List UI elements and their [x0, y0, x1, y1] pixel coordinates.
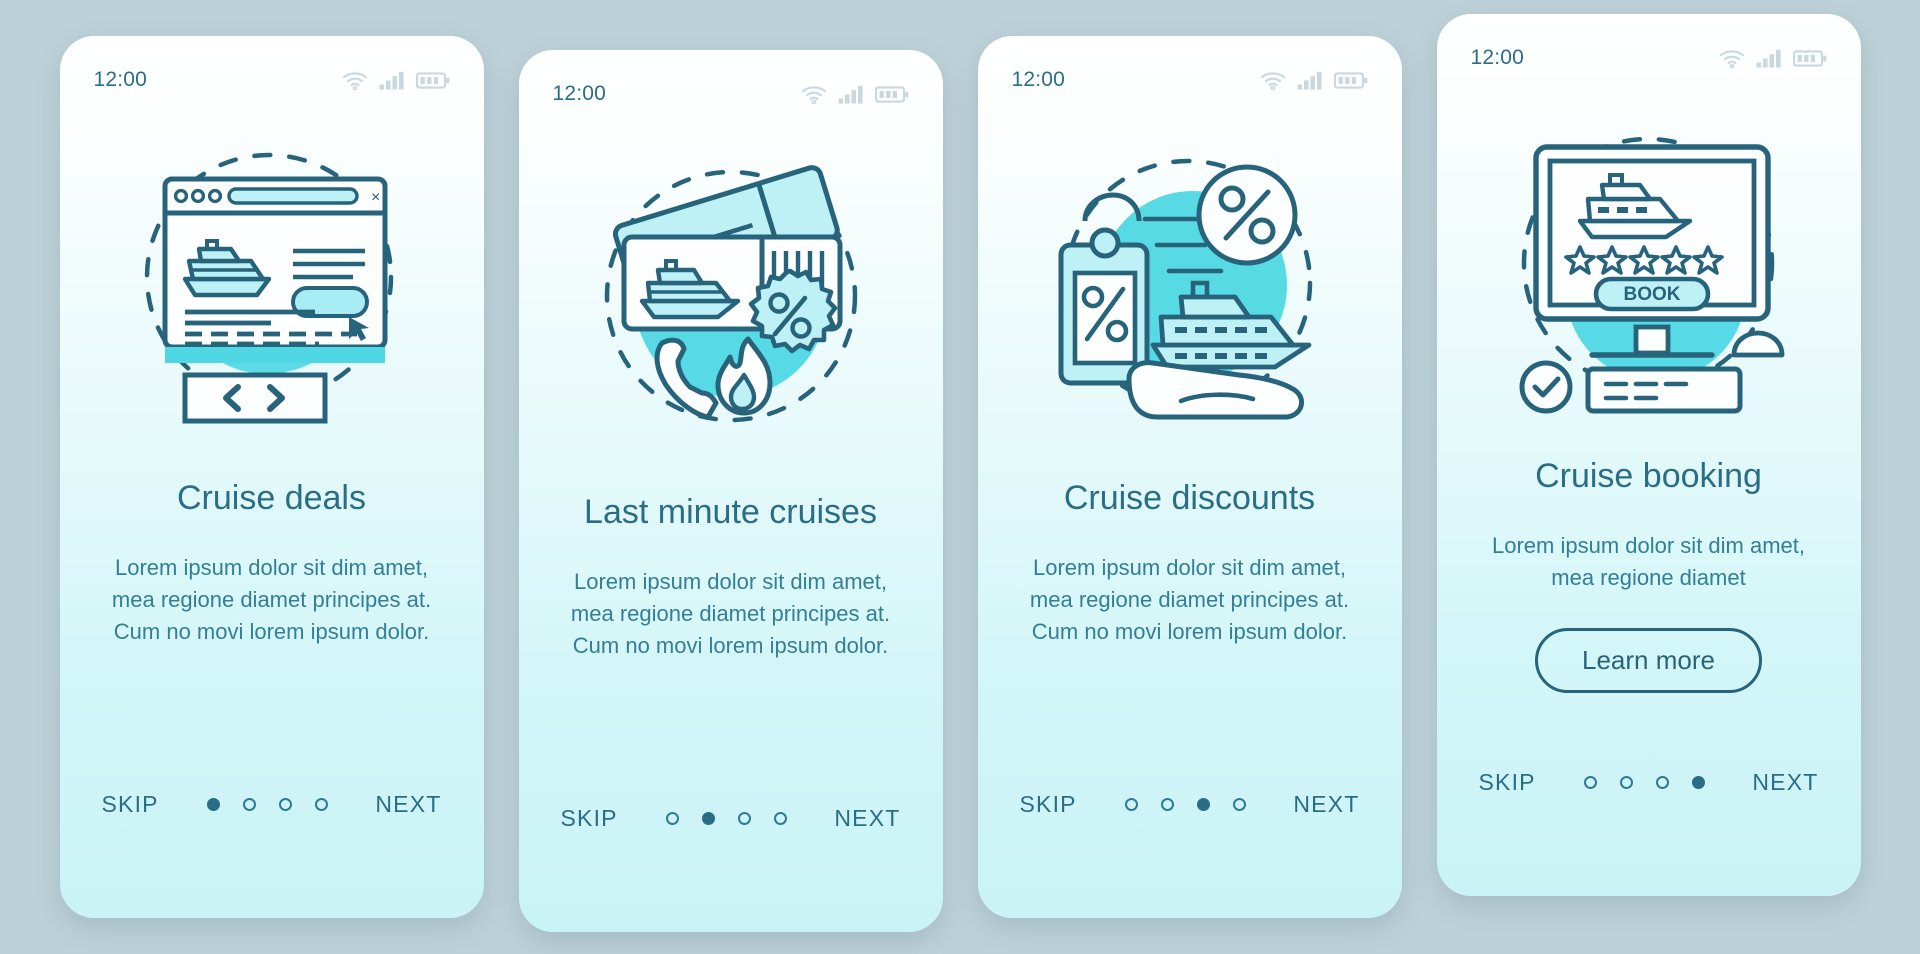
cellular-signal-icon — [379, 71, 404, 89]
wifi-icon — [1719, 49, 1744, 68]
battery-icon — [1333, 71, 1367, 89]
pagination-dot-3[interactable] — [1196, 798, 1210, 811]
book-button-label: BOOK — [1623, 284, 1680, 305]
status-bar: 12:00 — [1437, 14, 1861, 80]
onboarding-screen-cruise-discounts: 12:00 Cruise discounts Lorem ipsum dolor… — [977, 36, 1402, 918]
skip-button[interactable]: SKIP — [1020, 791, 1077, 818]
learn-more-button[interactable]: Learn more — [1535, 628, 1762, 694]
skip-button[interactable]: SKIP — [561, 805, 618, 832]
skip-button[interactable]: SKIP — [102, 791, 159, 818]
price-tag-percent-hand-ship-icon — [1058, 158, 1312, 420]
pagination-dot-2[interactable] — [242, 798, 256, 811]
cellular-signal-icon — [838, 85, 863, 103]
status-bar: 12:00 — [60, 36, 484, 102]
battery-icon — [415, 71, 449, 89]
screen-footer-nav: SKIP NEXT — [1437, 769, 1861, 896]
pagination-dot-1[interactable] — [1583, 776, 1597, 789]
status-bar-clock: 12:00 — [1011, 68, 1066, 91]
desktop-monitor-rating-book-icon: BOOK — [1519, 136, 1784, 414]
illustration-price-tag-percent-hand-ship — [978, 102, 1402, 472]
screen-footer-nav: SKIP NEXT — [978, 791, 1402, 918]
pagination-dot-3[interactable] — [737, 812, 751, 825]
svg-text:×: × — [371, 189, 380, 206]
status-bar-icons — [801, 85, 909, 104]
pagination-dot-2[interactable] — [1160, 798, 1174, 811]
illustration-ticket-phone-flame-discount — [519, 116, 943, 486]
pagination-dot-3[interactable] — [1655, 776, 1669, 789]
status-bar: 12:00 — [519, 50, 943, 116]
status-bar-clock: 12:00 — [1470, 46, 1525, 69]
wifi-icon — [801, 85, 826, 104]
pagination-dots — [206, 798, 328, 811]
browser-window-cruise-search-icon: × — [144, 152, 393, 424]
cellular-signal-icon — [1297, 71, 1322, 89]
screen-title: Cruise discounts — [1063, 479, 1316, 517]
status-bar: 12:00 — [978, 36, 1402, 102]
illustration-browser-window-cruise-search: × — [60, 102, 484, 472]
onboarding-screens-stage: 12:00 × Cruise deals Lorem ipsum dolor s… — [0, 0, 1920, 954]
screen-title: Last minute cruises — [584, 493, 877, 531]
next-button[interactable]: NEXT — [1752, 769, 1818, 796]
pagination-dot-4[interactable] — [1691, 776, 1705, 789]
illustration-desktop-monitor-rating-book: BOOK — [1437, 80, 1861, 450]
wifi-icon — [1260, 71, 1285, 90]
ticket-phone-flame-discount-icon — [604, 165, 857, 423]
pagination-dot-3[interactable] — [278, 798, 292, 811]
pagination-dot-1[interactable] — [665, 812, 679, 825]
battery-icon — [1792, 49, 1826, 67]
status-bar-icons — [1719, 49, 1827, 68]
status-bar-icons — [1260, 71, 1368, 90]
pagination-dot-4[interactable] — [314, 798, 328, 811]
screen-footer-nav: SKIP NEXT — [519, 805, 943, 932]
screen-title: Cruise booking — [1535, 457, 1762, 495]
status-bar-icons — [342, 71, 450, 90]
status-bar-clock: 12:00 — [93, 68, 148, 91]
screen-title: Cruise deals — [177, 479, 366, 517]
screen-body-text: Lorem ipsum dolor sit dim amet, mea regi… — [1029, 555, 1350, 645]
pagination-dot-2[interactable] — [701, 812, 715, 825]
pagination-dot-1[interactable] — [206, 798, 220, 811]
battery-icon — [874, 85, 908, 103]
next-button[interactable]: NEXT — [834, 805, 900, 832]
next-button[interactable]: NEXT — [1293, 791, 1359, 818]
pagination-dot-2[interactable] — [1619, 776, 1633, 789]
next-button[interactable]: NEXT — [375, 791, 441, 818]
screen-body-text: Lorem ipsum dolor sit dim amet, mea regi… — [1492, 533, 1805, 591]
pagination-dot-4[interactable] — [1232, 798, 1246, 811]
pagination-dot-1[interactable] — [1124, 798, 1138, 811]
pagination-dots — [665, 812, 787, 825]
screen-body-text: Lorem ipsum dolor sit dim amet, mea regi… — [570, 569, 891, 659]
screen-footer-nav: SKIP NEXT — [60, 791, 484, 918]
pagination-dots — [1124, 798, 1246, 811]
cellular-signal-icon — [1756, 49, 1781, 67]
status-bar-clock: 12:00 — [552, 82, 607, 105]
onboarding-screen-last-minute-cruises: 12:00 Last minute cruises Lorem ipsum do… — [518, 50, 943, 932]
pagination-dots — [1583, 776, 1705, 789]
check-badge-icon — [1519, 360, 1572, 414]
screen-body-text: Lorem ipsum dolor sit dim amet, mea regi… — [111, 555, 432, 645]
pagination-dot-4[interactable] — [773, 812, 787, 825]
skip-button[interactable]: SKIP — [1479, 769, 1536, 796]
onboarding-screen-cruise-deals: 12:00 × Cruise deals Lorem ipsum dolor s… — [59, 36, 484, 918]
wifi-icon — [342, 71, 367, 90]
onboarding-screen-cruise-booking: 12:00 BOOK Cruise booking Lorem ipsum do… — [1436, 14, 1861, 896]
